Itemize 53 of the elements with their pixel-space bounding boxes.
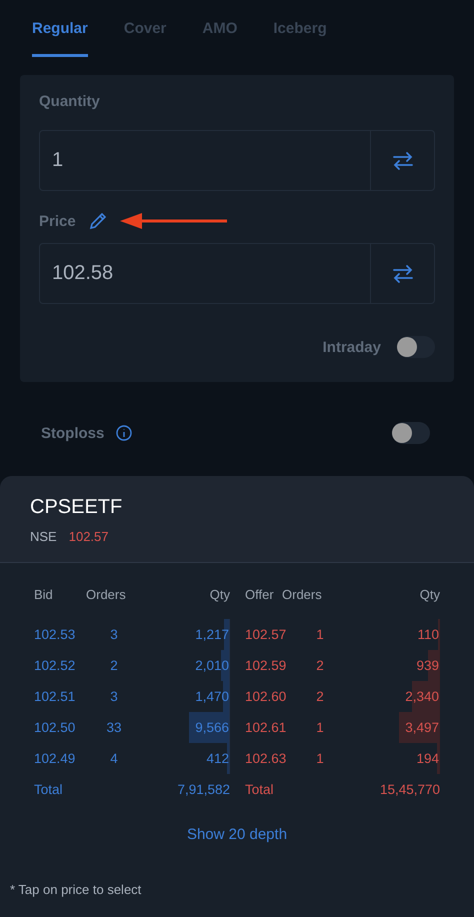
price-cell[interactable]: 102.63 [230, 743, 290, 774]
price-cell[interactable]: 102.49 [34, 743, 94, 774]
price-cell[interactable]: 102.50 [34, 712, 94, 743]
qty-cell: 194 [350, 743, 440, 774]
column-header: Qty [418, 587, 440, 604]
qty-cell: 939 [350, 650, 440, 681]
footnote: * Tap on price to select [10, 882, 142, 897]
orders-cell-text: 4 [109, 750, 119, 768]
total-label: Total [244, 781, 275, 799]
order-type-tab[interactable]: Regular [32, 20, 88, 57]
orders-cell-text: 2 [315, 657, 325, 675]
qty-cell: 412 [134, 743, 230, 774]
column-header: Orders [282, 587, 323, 604]
total-value: 7,91,582 [176, 781, 230, 799]
price-field[interactable]: 102.58 [39, 243, 435, 304]
quantity-field[interactable]: 1 [39, 130, 435, 191]
stoploss-label: Stoploss [41, 424, 104, 442]
exchange-label: NSE [30, 529, 57, 544]
swap-icon [392, 150, 414, 172]
orders-cell-text: 1 [315, 719, 325, 737]
column-header: Qty [208, 587, 230, 604]
quantity-label: Quantity [39, 93, 101, 110]
qty-cell: 9,566 [134, 712, 230, 743]
price-cell[interactable]: 102.51 [34, 681, 94, 712]
orders-cell-text: 3 [109, 688, 119, 706]
price-cell[interactable]: 102.52 [34, 650, 94, 681]
toggle-switch[interactable] [392, 422, 430, 444]
price-cell[interactable]: 102.59 [230, 650, 290, 681]
orders-cell-text: 3 [109, 626, 119, 644]
total-value: 15,45,770 [378, 781, 440, 799]
total-label: Total [34, 781, 64, 799]
price-cell[interactable]: 102.60 [230, 681, 290, 712]
last-price: 102.57 [68, 529, 108, 544]
orders-cell-text: 33 [105, 719, 123, 737]
price-label: Price [39, 212, 76, 230]
price-cell[interactable]: 102.57 [230, 619, 290, 650]
qty-cell: 1,217 [134, 619, 230, 650]
qty-cell: 3,497 [350, 712, 440, 743]
swap-icon [392, 262, 414, 284]
orders-cell-text: 1 [315, 750, 325, 768]
orders-cell-text: 2 [315, 688, 325, 706]
orders-cell-text: 1 [315, 626, 325, 644]
show-depth-link[interactable]: Show 20 depth [180, 825, 294, 844]
column-header: Orders [86, 587, 127, 604]
intraday-label: Intraday [322, 338, 381, 356]
instrument-symbol: CPSEETF [30, 496, 124, 519]
toggle-switch[interactable] [397, 336, 435, 358]
qty-cell: 2,340 [350, 681, 440, 712]
qty-cell: 2,010 [134, 650, 230, 681]
info-icon[interactable] [116, 425, 132, 441]
orders-cell-text: 2 [109, 657, 119, 675]
price-cell[interactable]: 102.61 [230, 712, 290, 743]
price-cell[interactable]: 102.53 [34, 619, 94, 650]
